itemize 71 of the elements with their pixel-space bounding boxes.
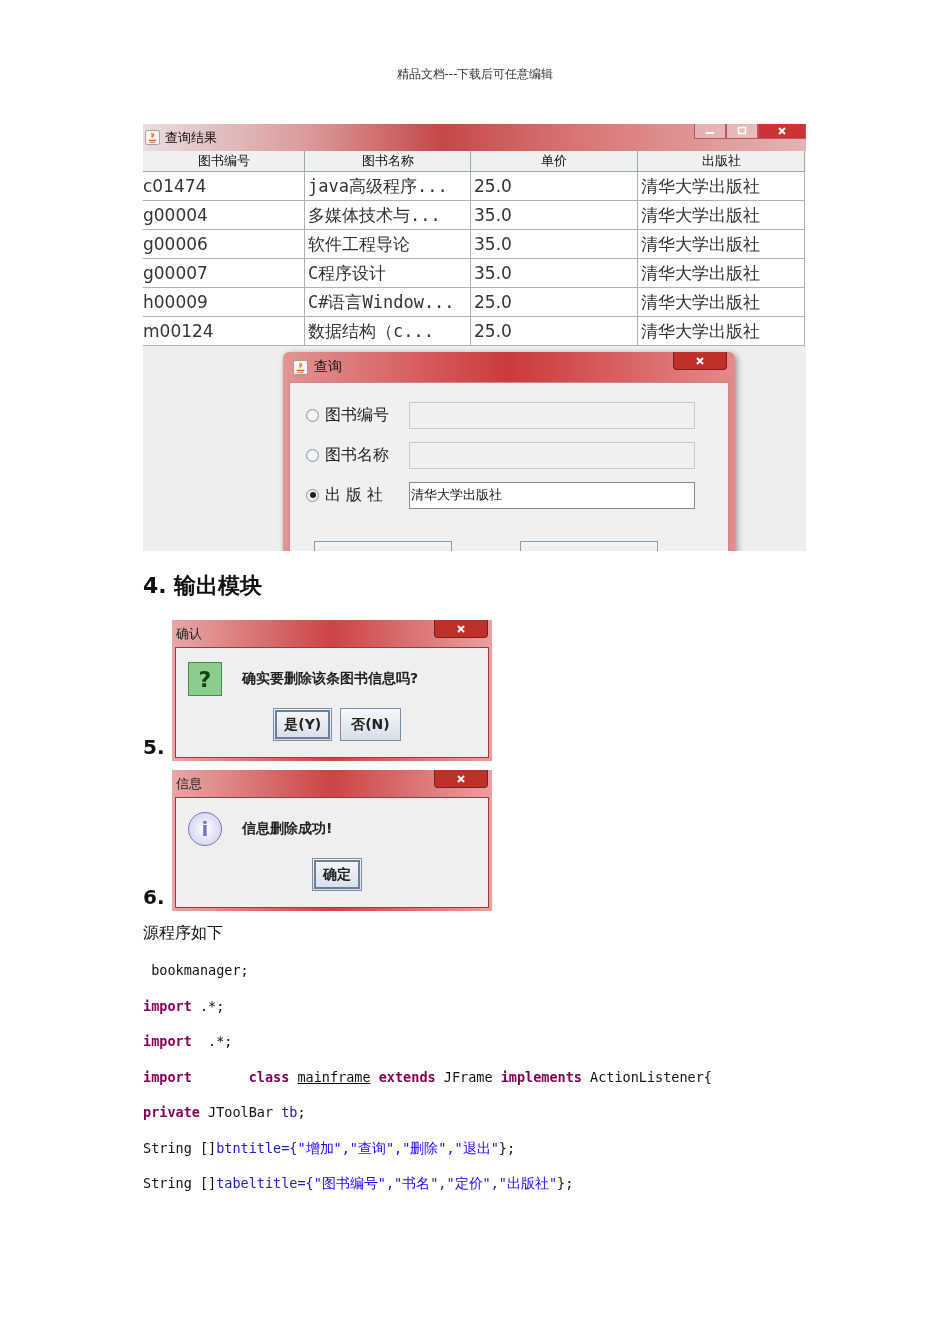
code-line: import class mainframe extends JFrame implements ActionListener{: [143, 1067, 713, 1087]
table-cell: g00004: [143, 201, 305, 230]
paragraph: 源程序如下: [143, 923, 224, 944]
table-cell: c01474: [143, 172, 305, 201]
app-icon: [293, 359, 308, 375]
radio-label[interactable]: 出 版 社: [325, 484, 409, 506]
table-cell: 25.0: [471, 172, 638, 201]
table-cell: 数据结构（c...: [305, 317, 471, 346]
close-icon: [456, 623, 466, 634]
table-cell: g00006: [143, 230, 305, 259]
table-cell: g00007: [143, 259, 305, 288]
step-number: 6.: [143, 887, 166, 907]
dialog-button[interactable]: 是(Y): [273, 708, 333, 741]
table-cell: 35.0: [471, 259, 638, 288]
radio-label[interactable]: 图书编号: [325, 404, 409, 426]
table-cell: 清华大学出版社: [638, 317, 805, 346]
code-line: private JToolBar tb;: [143, 1103, 307, 1122]
table-cell: 清华大学出版社: [638, 288, 805, 317]
code-line: String []btntitle={"增加","查询","删除","退出"};: [143, 1138, 517, 1158]
table-cell: C程序设计: [305, 259, 471, 288]
maximize-icon: [737, 126, 747, 136]
table-cell: 清华大学出版社: [638, 172, 805, 201]
table-cell: 清华大学出版社: [638, 230, 805, 259]
close-icon: [456, 773, 466, 784]
table-cell: 清华大学出版社: [638, 201, 805, 230]
page-header: 精品文档---下载后可任意编辑: [395, 66, 555, 82]
section-heading: 4. 输出模块: [143, 572, 264, 600]
radio-label[interactable]: 图书名称: [325, 444, 409, 466]
table-cell: 35.0: [471, 230, 638, 259]
column-header[interactable]: 图书编号: [143, 151, 305, 172]
table-cell: 清华大学出版社: [638, 259, 805, 288]
dialog-message: 信息删除成功!: [242, 820, 333, 838]
close-icon: [695, 355, 705, 366]
step-number: 5.: [143, 737, 166, 757]
close-button[interactable]: [758, 124, 806, 139]
table-cell: C#语言Window...: [305, 288, 471, 317]
dialog-message: 确实要删除该条图书信息吗?: [242, 670, 419, 688]
dialog-title: 查询: [314, 358, 342, 376]
dialog-title: 信息: [175, 774, 202, 793]
input-field[interactable]: 清华大学出版社: [409, 481, 695, 509]
radio-button[interactable]: [306, 408, 319, 422]
dialog-title: 确认: [175, 624, 202, 643]
table-cell: m00124: [143, 317, 305, 346]
column-header[interactable]: 单价: [471, 151, 638, 172]
close-button[interactable]: [434, 770, 488, 788]
window-title: 查询结果: [165, 128, 217, 147]
close-icon: [777, 126, 787, 136]
dialog-button[interactable]: 否(N): [340, 708, 401, 741]
close-button[interactable]: [434, 620, 488, 638]
radio-button[interactable]: [306, 448, 319, 462]
table-cell: 软件工程导论: [305, 230, 471, 259]
app-icon: [145, 130, 160, 145]
table-cell: h00009: [143, 288, 305, 317]
code-line: String []tabeltitle={"图书编号","书名","定价","出版社"};: [143, 1174, 575, 1193]
column-header[interactable]: 出版社: [638, 151, 805, 172]
code-line: import .*;: [143, 996, 226, 1016]
minimize-button[interactable]: [694, 124, 726, 139]
table-cell: 35.0: [471, 201, 638, 230]
table-cell: 多媒体技术与...: [305, 201, 471, 230]
table-cell: 25.0: [471, 288, 638, 317]
dialog-button[interactable]: 确定: [312, 858, 362, 891]
column-header[interactable]: 图书名称: [305, 151, 471, 172]
close-button[interactable]: [673, 352, 727, 370]
table-cell: 25.0: [471, 317, 638, 346]
question-icon: ?: [188, 662, 222, 696]
code-line: bookmanager;: [150, 961, 250, 980]
info-icon: i: [188, 812, 222, 846]
code-line: import .*;: [143, 1032, 234, 1051]
maximize-button[interactable]: [726, 124, 758, 139]
table-cell: java高级程序...: [305, 172, 471, 201]
radio-button[interactable]: [306, 488, 319, 502]
